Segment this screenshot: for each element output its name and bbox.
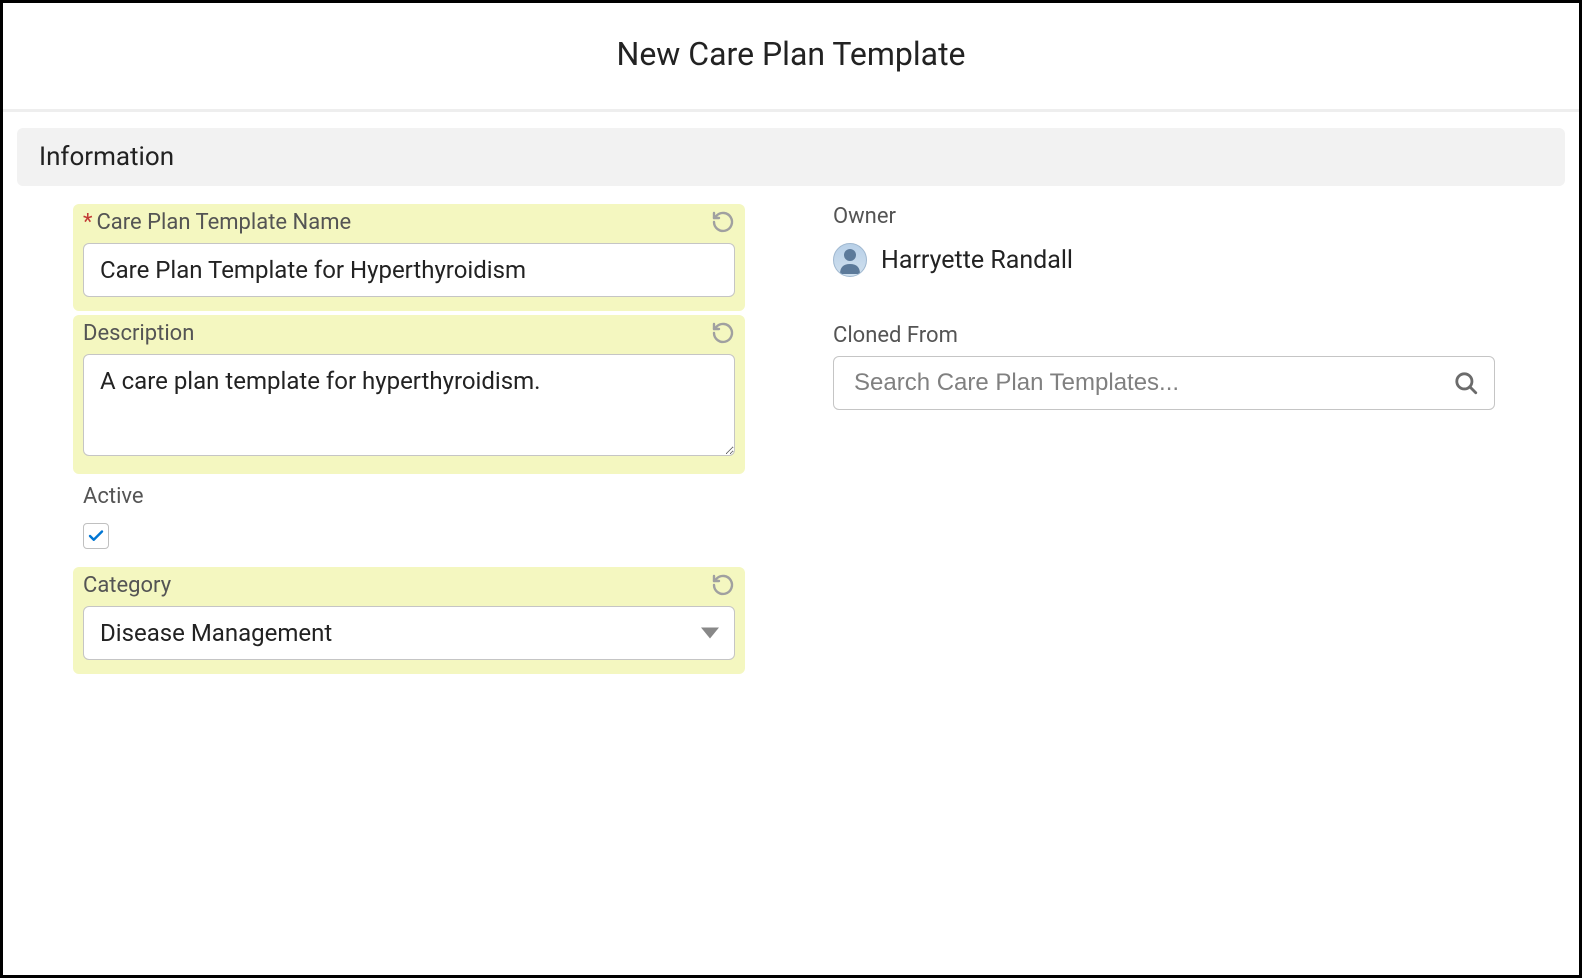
cloned-from-input[interactable] bbox=[833, 356, 1495, 410]
name-label: *Care Plan Template Name bbox=[83, 210, 735, 235]
category-value: Disease Management bbox=[83, 606, 735, 660]
category-label: Category bbox=[83, 573, 735, 598]
undo-icon[interactable] bbox=[711, 210, 735, 234]
name-input[interactable] bbox=[83, 243, 735, 297]
field-category: Category Disease Management bbox=[73, 567, 745, 674]
field-name: *Care Plan Template Name bbox=[73, 204, 745, 311]
field-description: Description A care plan template for hyp… bbox=[73, 315, 745, 474]
left-column: *Care Plan Template Name Description A c… bbox=[17, 204, 791, 678]
cloned-from-label: Cloned From bbox=[833, 323, 1495, 356]
field-active: Active bbox=[73, 478, 745, 563]
header-divider bbox=[3, 109, 1579, 112]
modal-title: New Care Plan Template bbox=[3, 3, 1579, 109]
description-input[interactable]: A care plan template for hyperthyroidism… bbox=[83, 354, 735, 456]
undo-icon[interactable] bbox=[711, 321, 735, 345]
form-container: *Care Plan Template Name Description A c… bbox=[3, 204, 1579, 678]
search-icon[interactable] bbox=[1453, 370, 1479, 396]
category-select[interactable]: Disease Management bbox=[83, 606, 735, 660]
right-column: Owner Harryette Randall Cloned From bbox=[791, 204, 1565, 678]
active-checkbox[interactable] bbox=[83, 523, 109, 549]
chevron-down-icon bbox=[701, 628, 719, 639]
field-cloned-from: Cloned From bbox=[823, 323, 1505, 410]
owner-row: Harryette Randall bbox=[833, 243, 1495, 277]
undo-icon[interactable] bbox=[711, 573, 735, 597]
cloned-from-lookup bbox=[833, 356, 1495, 410]
name-label-text: Care Plan Template Name bbox=[96, 210, 351, 235]
check-icon bbox=[87, 527, 105, 545]
active-label: Active bbox=[83, 484, 735, 509]
owner-name: Harryette Randall bbox=[881, 246, 1073, 275]
owner-label: Owner bbox=[833, 204, 1495, 237]
field-owner: Owner Harryette Randall bbox=[823, 204, 1505, 277]
avatar bbox=[833, 243, 867, 277]
section-header-information: Information bbox=[17, 128, 1565, 186]
required-star: * bbox=[83, 210, 92, 235]
description-label: Description bbox=[83, 321, 735, 346]
